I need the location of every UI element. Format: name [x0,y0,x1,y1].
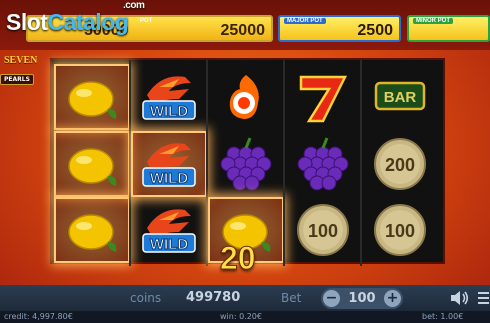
watermark-com: .com [123,0,145,11]
minor-jackpot-label: MINOR POT [413,18,453,24]
coin-200-label: 200 [385,155,415,175]
logo-title: SEVEN [4,55,38,66]
watermark: SlotCatalog .com [6,0,145,36]
coin-100-icon: 100 [297,204,349,256]
bet-increase-button[interactable]: + [384,290,401,307]
reel-3 [208,62,284,263]
reel-cell-lemon [54,131,130,197]
second-jackpot-value: 25000 [220,22,266,39]
wild-label: WILD [150,103,188,120]
wild-icon: WILD [142,76,196,121]
reel-4: 100 [285,62,361,262]
speaker-icon[interactable] [450,289,470,307]
coin-200-icon: 200 [374,138,426,190]
reel-cell-lemon [54,197,130,263]
grapes-icon [220,137,272,191]
reel-cell-wild: WILD [131,131,207,197]
bet-text: bet: 1.00€ [422,312,464,321]
bar-icon: BAR [374,81,426,111]
seven-icon [299,75,348,123]
major-jackpot: MAJOR POT 2500 [278,15,401,42]
logo-subtitle: PEARLS [0,74,34,85]
grand-jackpot-label: POT [140,18,153,24]
wild-icon: WILD [142,209,196,254]
coin-100-label: 100 [308,221,338,241]
status-bar: credit: 4,997.80€ win: 0.20€ bet: 1.00€ [0,311,490,323]
watermark-part-a: Slot [6,9,48,35]
coins-label: coins [130,291,162,305]
fire-icon [229,75,259,119]
reel-cell-bar: BAR [362,64,438,130]
game-logo: SEVEN PEARLS [0,55,46,85]
win-text: win: 0.20€ [220,312,262,321]
coin-100-icon: 100 [374,204,426,256]
lemon-icon [68,81,117,119]
bet-label: Bet [281,291,302,305]
major-jackpot-value: 2500 [357,22,393,39]
credit-text: credit: 4,997.80€ [4,312,73,321]
reel-cell-coin-100: 100 [362,197,438,263]
reel-cell-coin-200: 200 [362,131,438,197]
major-jackpot-label: MAJOR POT [284,18,326,24]
grapes-icon [297,137,349,191]
reel-5: BAR 200 100 [362,62,438,262]
reel-cell-grapes [208,131,284,197]
reel-cell-wild: WILD [131,197,207,263]
win-amount: 20 [220,240,257,277]
watermark-part-b: Catalog [47,9,129,35]
reel-cell-wild: WILD [131,64,207,130]
reel-cell-fire [208,64,284,130]
coin-100-label: 100 [385,221,415,241]
lemon-icon [68,214,117,252]
control-bar: coins 499780 Bet − 100 + [0,285,490,311]
menu-icon[interactable] [477,289,490,307]
reel-1 [54,62,130,263]
wild-label: WILD [150,170,188,187]
minor-jackpot: MINOR POT [407,15,490,42]
reel-grid: WILD WILD WILD 100 BAR 200 100 [50,58,445,266]
bet-stepper: − 100 + [321,288,403,309]
wild-label: WILD [150,236,188,253]
lemon-icon [68,148,117,186]
reel-cell-grapes [285,131,361,197]
reel-2: WILD WILD WILD [131,62,207,262]
reel-cell-coin-100: 100 [285,197,361,263]
reel-cell-seven [285,64,361,130]
coins-value: 499780 [186,290,241,305]
wild-icon: WILD [142,143,196,188]
bar-label: BAR [384,89,417,106]
reel-cell-lemon [54,64,130,130]
